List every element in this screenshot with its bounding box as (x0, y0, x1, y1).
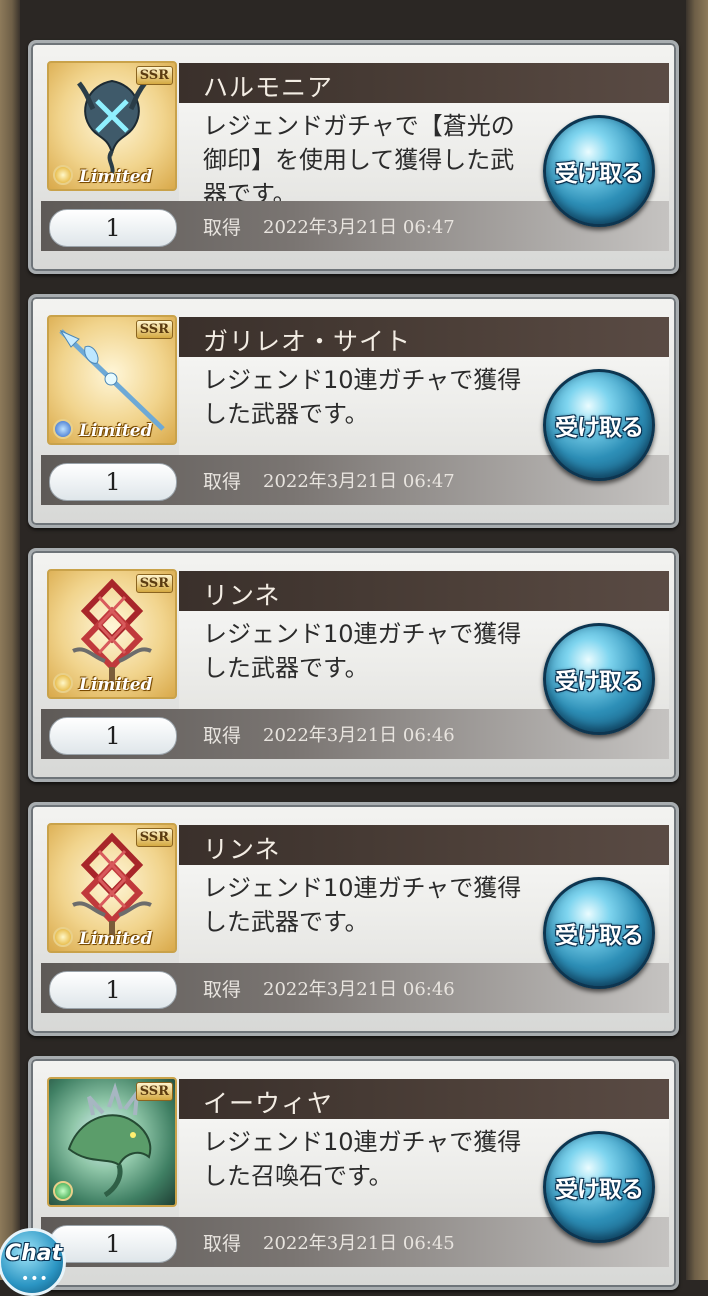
item-name-bar: リンネ (179, 825, 669, 865)
item-description: レジェンド10連ガチャで獲得した武器です。 (203, 620, 522, 682)
item-description: レジェンド10連ガチャで獲得した召喚石です。 (203, 1128, 522, 1190)
receive-button[interactable]: 受け取る (543, 369, 655, 481)
acquired-date: 2022年3月21日 06:47 (263, 217, 455, 238)
chat-button[interactable]: Chat ••• (0, 1228, 66, 1296)
present-list: SSR Limited ハルモニア レジェンドガチャで【蒼光の御印】を使用して獲… (0, 0, 708, 1290)
present-item: SSR イーウィヤ レジェンド10連ガチャで獲得した召喚石です。 1 取得 20… (28, 1056, 679, 1290)
item-count: 1 (49, 971, 177, 1009)
light-element-icon (53, 927, 73, 947)
item-description: レジェンド10連ガチャで獲得した武器です。 (203, 366, 522, 428)
item-name: イーウィヤ (203, 1089, 334, 1118)
chat-label: Chat (5, 1241, 63, 1266)
light-element-icon (53, 673, 73, 693)
receive-button[interactable]: 受け取る (543, 1131, 655, 1243)
weapon-thumbnail[interactable]: SSR Limited (47, 61, 177, 191)
ssr-rarity-badge: SSR (135, 828, 173, 847)
receive-button[interactable]: 受け取る (543, 877, 655, 989)
wind-element-icon (53, 1181, 73, 1201)
item-name: リンネ (203, 581, 281, 610)
item-count: 1 (49, 1225, 177, 1263)
item-name: ハルモニア (203, 73, 334, 102)
ssr-rarity-badge: SSR (135, 574, 173, 593)
present-item: SSR Limited リンネ レジェンド10連ガチャで獲得した武器です。 1 … (28, 802, 679, 1036)
ssr-rarity-badge: SSR (135, 320, 173, 339)
item-count: 1 (49, 463, 177, 501)
light-element-icon (53, 165, 73, 185)
summon-thumbnail[interactable]: SSR (47, 1077, 177, 1207)
item-description: レジェンド10連ガチャで獲得した武器です。 (203, 874, 522, 936)
item-name-bar: イーウィヤ (179, 1079, 669, 1119)
acquired-date: 2022年3月21日 06:46 (263, 979, 455, 1000)
item-count: 1 (49, 209, 177, 247)
present-item: SSR Limited ガリレオ・サイト レジェンド10連ガチャで獲得した武器で… (28, 294, 679, 528)
item-description: レジェンドガチャで【蒼光の御印】を使用して獲得した武器です。 (203, 112, 515, 208)
acquired-label: 取得 (203, 471, 242, 493)
item-name: リンネ (203, 835, 281, 864)
limited-label: Limited (79, 675, 153, 695)
weapon-thumbnail[interactable]: SSR Limited (47, 823, 177, 953)
item-name-bar: ガリレオ・サイト (179, 317, 669, 357)
acquired-label: 取得 (203, 217, 242, 239)
item-name: ガリレオ・サイト (203, 327, 412, 356)
acquired-label: 取得 (203, 1233, 242, 1255)
acquired-date: 2022年3月21日 06:47 (263, 471, 455, 492)
receive-button[interactable]: 受け取る (543, 115, 655, 227)
water-element-icon (53, 419, 73, 439)
acquired-date: 2022年3月21日 06:45 (263, 1233, 455, 1254)
present-item: SSR Limited リンネ レジェンド10連ガチャで獲得した武器です。 1 … (28, 548, 679, 782)
limited-label: Limited (79, 421, 153, 441)
ssr-rarity-badge: SSR (135, 66, 173, 85)
ssr-rarity-badge: SSR (135, 1082, 173, 1101)
chat-dots-icon: ••• (21, 1271, 49, 1287)
acquired-label: 取得 (203, 979, 242, 1001)
acquired-label: 取得 (203, 725, 242, 747)
weapon-thumbnail[interactable]: SSR Limited (47, 569, 177, 699)
item-name-bar: ハルモニア (179, 63, 669, 103)
receive-button[interactable]: 受け取る (543, 623, 655, 735)
weapon-thumbnail[interactable]: SSR Limited (47, 315, 177, 445)
item-count: 1 (49, 717, 177, 755)
acquired-date: 2022年3月21日 06:46 (263, 725, 455, 746)
limited-label: Limited (79, 929, 153, 949)
present-item: SSR Limited ハルモニア レジェンドガチャで【蒼光の御印】を使用して獲… (28, 40, 679, 274)
limited-label: Limited (79, 167, 153, 187)
item-name-bar: リンネ (179, 571, 669, 611)
